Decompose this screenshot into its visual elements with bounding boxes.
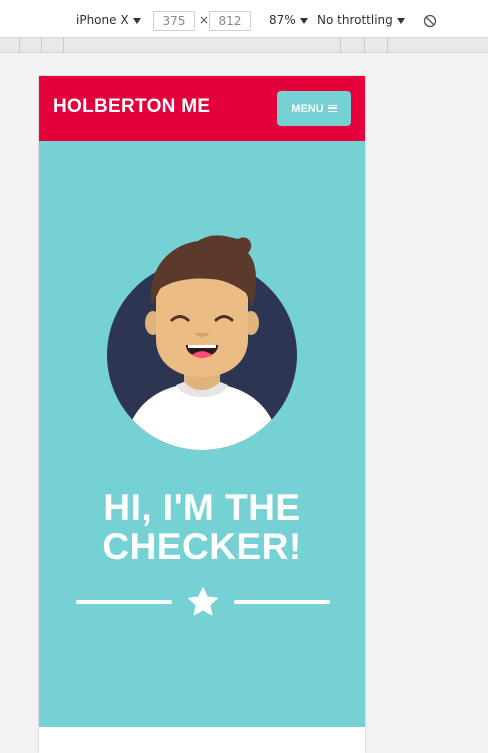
ruler-segment[interactable] [19,38,20,53]
chevron-down-icon [299,17,308,24]
divider-line-right [234,600,330,604]
devtools-device-toolbar: iPhone X 375 × 812 87% No throttling [0,0,488,38]
ruler-segment[interactable] [41,38,42,53]
height-input[interactable]: 812 [209,11,251,31]
next-section [39,727,365,753]
star-divider [76,586,330,618]
navbar: HOLBERTON ME MENU [39,76,365,141]
ruler-segment[interactable] [340,38,341,53]
brand-link[interactable]: HOLBERTON ME [53,96,210,118]
width-input[interactable]: 375 [153,11,195,31]
media-query-ruler[interactable] [0,38,488,53]
device-viewport: HOLBERTON ME MENU HI, I'M THE CHECKER! [39,76,365,753]
star-icon [188,587,218,616]
hero-title: HI, I'M THE CHECKER! [102,487,302,567]
device-name: iPhone X [76,13,129,27]
dimension-separator: × [199,13,210,27]
menu-label: MENU [291,102,324,115]
divider-line-left [76,600,172,604]
zoom-selector[interactable]: 87% [269,8,308,32]
avatar [107,235,297,450]
ruler-segment[interactable] [63,38,64,53]
device-selector[interactable]: iPhone X [76,8,141,32]
rotate-icon[interactable] [423,14,437,28]
chevron-down-icon [132,17,141,24]
ruler-segment[interactable] [387,38,388,53]
menu-button[interactable]: MENU [277,91,351,126]
hamburger-icon [327,105,337,112]
throttle-value: No throttling [317,13,393,27]
zoom-value: 87% [269,13,296,27]
throttle-selector[interactable]: No throttling [317,8,405,32]
chevron-down-icon [396,17,405,24]
ruler-segment[interactable] [364,38,365,53]
